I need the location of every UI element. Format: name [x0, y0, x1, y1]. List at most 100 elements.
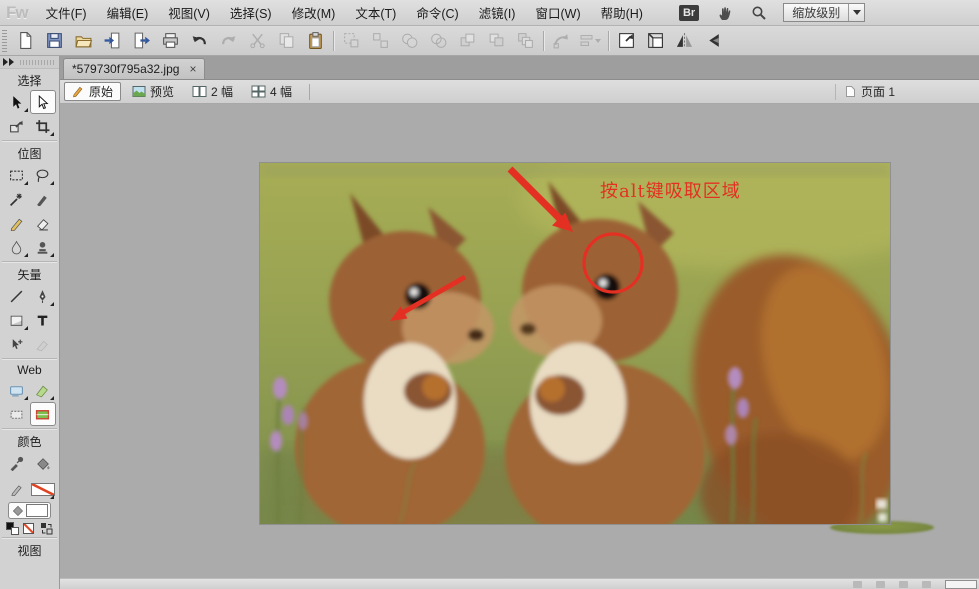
- export-button[interactable]: [127, 28, 156, 54]
- fill-color-swatch[interactable]: [26, 504, 48, 517]
- status-zoom-box[interactable]: [945, 580, 977, 589]
- slice-tool[interactable]: [30, 378, 56, 402]
- text-tool[interactable]: [30, 308, 56, 332]
- flip-vertical-button[interactable]: [699, 28, 728, 54]
- lasso-tool[interactable]: [30, 163, 56, 187]
- section-label-view: 视图: [0, 539, 59, 560]
- pencil-icon: [72, 85, 85, 98]
- tools-panel-header[interactable]: [0, 56, 59, 69]
- show-slices-button[interactable]: [30, 402, 56, 426]
- status-bar: [60, 578, 979, 589]
- rectangle-tool[interactable]: [4, 308, 30, 332]
- ungroup-button[interactable]: [366, 28, 395, 54]
- bridge-badge[interactable]: Br: [679, 5, 699, 21]
- status-glyph: [922, 581, 931, 588]
- view-2up-label: 2 幅: [211, 83, 233, 100]
- toolbar-grip[interactable]: [2, 30, 7, 52]
- bring-to-front-button[interactable]: [453, 28, 482, 54]
- line-tool[interactable]: [4, 284, 30, 308]
- new-document-button[interactable]: [11, 28, 40, 54]
- document-tab[interactable]: *579730f795a32.jpg ×: [63, 58, 205, 79]
- hotspot-tool[interactable]: [4, 378, 30, 402]
- eraser-tool[interactable]: [30, 211, 56, 235]
- save-button[interactable]: [40, 28, 69, 54]
- paint-bucket-tool[interactable]: [30, 451, 56, 475]
- panel-grip[interactable]: [20, 60, 56, 65]
- marquee-tool[interactable]: [4, 163, 30, 187]
- status-glyph: [899, 581, 908, 588]
- freeform-tool[interactable]: [4, 332, 30, 356]
- view-original-button[interactable]: 原始: [64, 82, 121, 101]
- status-glyph: [876, 581, 885, 588]
- menu-file[interactable]: 文件(F): [36, 0, 97, 26]
- fill-color-row[interactable]: [8, 502, 51, 519]
- send-to-back-button[interactable]: [511, 28, 540, 54]
- magic-wand-tool[interactable]: [4, 187, 30, 211]
- menu-window[interactable]: 窗口(W): [525, 0, 590, 26]
- hand-tool-icon[interactable]: [717, 5, 733, 21]
- menu-select[interactable]: 选择(S): [220, 0, 282, 26]
- collapse-panel-icon[interactable]: [3, 58, 8, 66]
- annotation-text: 按alt键吸取区域: [600, 181, 741, 202]
- hide-slices-button[interactable]: [4, 402, 30, 426]
- stroke-color-swatch[interactable]: [30, 477, 56, 501]
- rubber-stamp-tool[interactable]: [30, 235, 56, 259]
- status-glyph: [853, 581, 862, 588]
- view-2up-button[interactable]: 2 幅: [185, 82, 240, 101]
- section-label-colors: 颜色: [0, 430, 59, 451]
- pencil-tool[interactable]: [4, 211, 30, 235]
- transform-button[interactable]: [547, 28, 576, 54]
- pen-tool[interactable]: [30, 284, 56, 308]
- collapse-panel-icon2[interactable]: [9, 58, 14, 66]
- pointer-tool[interactable]: [4, 90, 30, 114]
- menu-text[interactable]: 文本(T): [345, 0, 406, 26]
- zoom-level-label: 缩放级别: [784, 4, 848, 21]
- paste-button[interactable]: [301, 28, 330, 54]
- canvas-area: 按alt键吸取区域: [60, 104, 979, 578]
- crop-tool[interactable]: [30, 114, 56, 138]
- undo-button[interactable]: [185, 28, 214, 54]
- menu-filters[interactable]: 滤镜(I): [469, 0, 526, 26]
- redo-button[interactable]: [214, 28, 243, 54]
- swap-colors-button[interactable]: [40, 522, 53, 535]
- fill-bucket-icon: [11, 504, 24, 517]
- flip-horizontal-button[interactable]: [670, 28, 699, 54]
- document-image-squirrels[interactable]: 按alt键吸取区域: [260, 163, 890, 524]
- four-panes-icon: [251, 85, 266, 98]
- copy-button[interactable]: [272, 28, 301, 54]
- knife-tool[interactable]: [30, 332, 56, 356]
- union-button[interactable]: [395, 28, 424, 54]
- document-tab-title: *579730f795a32.jpg: [72, 62, 179, 76]
- zoom-level-dropdown[interactable]: 缩放级别: [783, 3, 865, 22]
- view-4up-button[interactable]: 4 幅: [244, 82, 299, 101]
- zoom-tool-icon[interactable]: [751, 5, 767, 21]
- main-toolbar: [0, 26, 979, 56]
- brush-tool[interactable]: [30, 187, 56, 211]
- move-forward-button[interactable]: [482, 28, 511, 54]
- menu-modify[interactable]: 修改(M): [282, 0, 346, 26]
- import-button[interactable]: [98, 28, 127, 54]
- print-button[interactable]: [156, 28, 185, 54]
- menu-help[interactable]: 帮助(H): [591, 0, 653, 26]
- subselection-tool[interactable]: [30, 90, 56, 114]
- menu-edit[interactable]: 编辑(E): [97, 0, 159, 26]
- default-colors-button[interactable]: [6, 522, 19, 535]
- group-button[interactable]: [337, 28, 366, 54]
- align-button[interactable]: [576, 28, 605, 54]
- view-preview-button[interactable]: 预览: [125, 82, 181, 101]
- close-tab-icon[interactable]: ×: [189, 62, 196, 76]
- crop-document-button[interactable]: [641, 28, 670, 54]
- fireworks-logo: Fw: [0, 3, 36, 23]
- blur-tool[interactable]: [4, 235, 30, 259]
- scale-tool[interactable]: [4, 114, 30, 138]
- cut-button[interactable]: [243, 28, 272, 54]
- fit-canvas-button[interactable]: [612, 28, 641, 54]
- eyedropper-tool[interactable]: [4, 451, 30, 475]
- chevron-down-icon[interactable]: [848, 4, 864, 21]
- page-indicator[interactable]: 页面 1: [835, 83, 895, 100]
- no-color-button[interactable]: [23, 522, 36, 535]
- menu-view[interactable]: 视图(V): [158, 0, 220, 26]
- open-button[interactable]: [69, 28, 98, 54]
- punch-button[interactable]: [424, 28, 453, 54]
- menu-commands[interactable]: 命令(C): [406, 0, 468, 26]
